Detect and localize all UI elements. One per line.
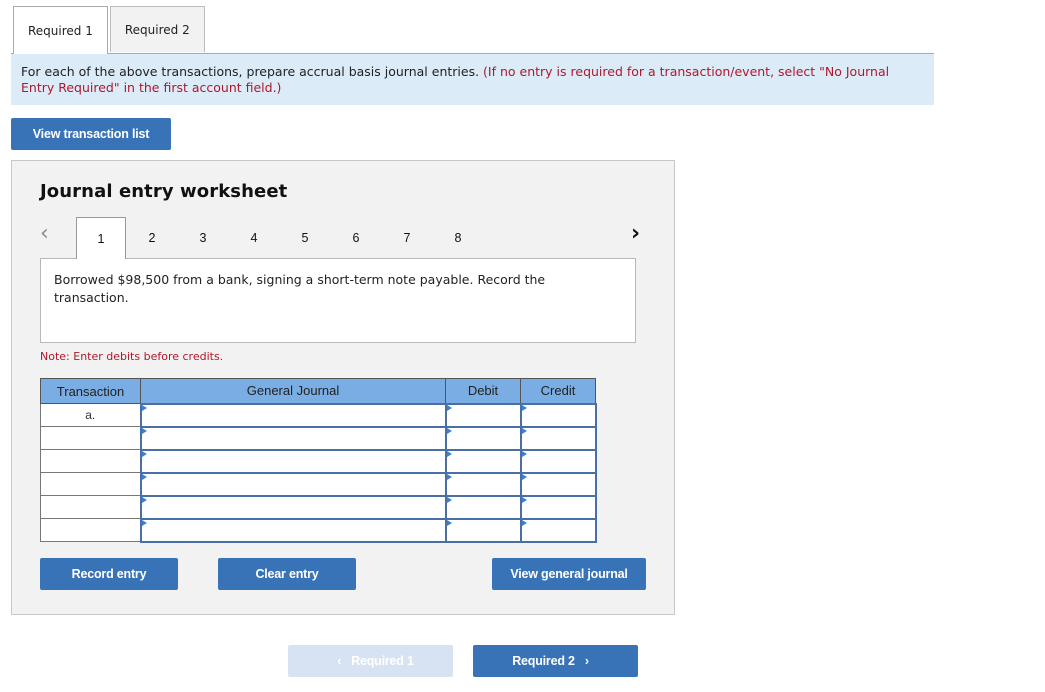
worksheet-title: Journal entry worksheet: [40, 181, 288, 202]
debit-input[interactable]: [444, 402, 522, 428]
transaction-cell: [40, 472, 141, 496]
chevron-right-icon: ›: [584, 654, 589, 668]
header-general-journal: General Journal: [140, 378, 446, 404]
page-6[interactable]: 6: [331, 217, 381, 259]
view-general-journal-button[interactable]: View general journal: [492, 558, 646, 590]
required-tabs: Required 1 Required 2: [13, 6, 207, 54]
next-required-button[interactable]: Required 2 ›: [473, 645, 638, 677]
transaction-cell: [40, 426, 141, 450]
table-row: [40, 471, 597, 497]
prev-required-button[interactable]: ‹ Required 1: [288, 645, 453, 677]
page-5[interactable]: 5: [280, 217, 330, 259]
credit-input[interactable]: [519, 517, 597, 543]
journal-entry-worksheet: Journal entry worksheet ‹ 1 2 3 4 5 6 7 …: [11, 160, 675, 615]
page-7[interactable]: 7: [382, 217, 432, 259]
page-1[interactable]: 1: [76, 217, 126, 259]
debit-input[interactable]: [444, 471, 522, 497]
debit-credit-note: Note: Enter debits before credits.: [40, 350, 224, 363]
account-input[interactable]: [139, 448, 447, 474]
table-row: [40, 517, 597, 543]
table-row: [40, 448, 597, 474]
credit-input[interactable]: [519, 494, 597, 520]
page-3[interactable]: 3: [178, 217, 228, 259]
credit-input[interactable]: [519, 402, 597, 428]
record-entry-button[interactable]: Record entry: [40, 558, 178, 590]
journal-table: Transaction General Journal Debit Credit…: [40, 378, 597, 543]
page-4[interactable]: 4: [229, 217, 279, 259]
credit-input[interactable]: [519, 425, 597, 451]
next-required-label: Required 2: [512, 654, 575, 668]
account-input[interactable]: [139, 471, 447, 497]
account-input[interactable]: [139, 494, 447, 520]
debit-input[interactable]: [444, 425, 522, 451]
entry-pager: ‹ 1 2 3 4 5 6 7 8 ›: [12, 217, 674, 259]
transaction-cell: a.: [40, 403, 141, 427]
prev-required-label: Required 1: [351, 654, 414, 668]
chevron-left-icon[interactable]: ‹: [40, 223, 49, 245]
header-credit: Credit: [520, 378, 596, 404]
clear-entry-button[interactable]: Clear entry: [218, 558, 356, 590]
table-row: a.: [40, 402, 597, 428]
transaction-cell: [40, 495, 141, 519]
view-transaction-list-button[interactable]: View transaction list: [11, 118, 171, 150]
debit-input[interactable]: [444, 517, 522, 543]
header-debit: Debit: [445, 378, 521, 404]
transaction-cell: [40, 518, 141, 542]
page-8[interactable]: 8: [433, 217, 483, 259]
chevron-left-icon: ‹: [337, 654, 342, 668]
chevron-right-icon[interactable]: ›: [631, 223, 640, 245]
table-row: [40, 494, 597, 520]
page-2[interactable]: 2: [127, 217, 177, 259]
account-input[interactable]: [139, 517, 447, 543]
credit-input[interactable]: [519, 471, 597, 497]
debit-input[interactable]: [444, 448, 522, 474]
header-transaction: Transaction: [40, 378, 141, 404]
table-row: [40, 425, 597, 451]
transaction-description: Borrowed $98,500 from a bank, signing a …: [40, 258, 636, 343]
transaction-cell: [40, 449, 141, 473]
account-input[interactable]: [139, 402, 447, 428]
account-input[interactable]: [139, 425, 447, 451]
tab-required-1[interactable]: Required 1: [13, 6, 108, 54]
tab-required-2[interactable]: Required 2: [109, 6, 205, 52]
debit-input[interactable]: [444, 494, 522, 520]
instructions-text: For each of the above transactions, prep…: [21, 64, 480, 79]
credit-input[interactable]: [519, 448, 597, 474]
instructions-panel: For each of the above transactions, prep…: [11, 54, 934, 105]
